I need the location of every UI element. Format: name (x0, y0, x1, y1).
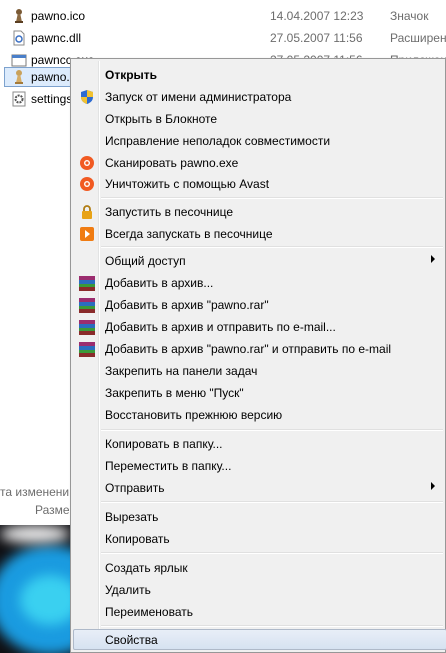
file-name: settings (31, 92, 73, 106)
file-type: Значок (390, 9, 429, 23)
menu-item-copy-to[interactable]: Копировать в папку... (73, 433, 443, 454)
submenu-arrow-icon (431, 255, 435, 263)
menu-item-restore-previous[interactable]: Восстановить прежнюю версию (73, 404, 443, 425)
avast-icon (80, 156, 94, 170)
menu-item-add-rar[interactable]: Добавить в архив "pawno.rar" (73, 294, 443, 315)
menu-item-share[interactable]: Общий доступ (73, 250, 443, 271)
menu-item-avast-destroy[interactable]: Уничтожить с помощью Avast (73, 173, 443, 194)
menu-separator (101, 429, 443, 431)
menu-item-add-rar-email[interactable]: Добавить в архив "pawno.rar" и отправить… (73, 338, 443, 359)
menu-item-create-shortcut[interactable]: Создать ярлык (73, 557, 443, 578)
uac-shield-icon (81, 90, 93, 104)
details-date-label: та изменени (0, 485, 70, 499)
details-size-label: Разме (35, 503, 70, 517)
context-menu: Открыть Запуск от имени администратора О… (70, 58, 446, 653)
lock-icon (82, 205, 92, 219)
file-name: pawnc.dll (31, 31, 82, 45)
file-name: pawno.ico (31, 9, 86, 23)
file-date: 14.04.2007 12:23 (270, 9, 364, 23)
menu-item-open[interactable]: Открыть (73, 64, 443, 85)
menu-item-send-to[interactable]: Отправить (73, 477, 443, 498)
winrar-icon (79, 319, 95, 335)
file-date: 27.05.2007 11:56 (270, 31, 363, 45)
menu-item-pin-taskbar[interactable]: Закрепить на панели задач (73, 360, 443, 381)
menu-item-run-as-admin[interactable]: Запуск от имени администратора (73, 86, 443, 107)
details-pane: та изменени Разме (0, 478, 70, 525)
menu-item-troubleshoot[interactable]: Исправление неполадок совместимости (73, 130, 443, 151)
menu-item-rename[interactable]: Переименовать (73, 601, 443, 622)
avast-icon (80, 177, 94, 191)
menu-item-move-to[interactable]: Переместить в папку... (73, 455, 443, 476)
menu-item-cut[interactable]: Вырезать (73, 506, 443, 527)
menu-item-sandbox-always[interactable]: Всегда запускать в песочнице (73, 223, 443, 244)
dll-file-icon (13, 30, 25, 46)
menu-item-delete[interactable]: Удалить (73, 579, 443, 600)
menu-separator (101, 552, 443, 554)
file-type: Расширен (390, 31, 446, 45)
menu-item-add-archive[interactable]: Добавить в архив... (73, 272, 443, 293)
menu-item-avast-scan[interactable]: Сканировать pawno.exe (73, 152, 443, 173)
winrar-icon (79, 341, 95, 357)
winrar-icon (79, 275, 95, 291)
file-row[interactable]: pawnc.dll 27.05.2007 11:56 Расширен (0, 27, 446, 49)
menu-item-add-archive-email[interactable]: Добавить в архив и отправить по e-mail..… (73, 316, 443, 337)
winrar-icon (79, 297, 95, 313)
file-row[interactable]: pawno.ico 14.04.2007 12:23 Значок (0, 5, 446, 27)
submenu-arrow-icon (431, 482, 435, 490)
menu-item-properties[interactable]: Свойства (73, 629, 446, 650)
pawn-icon (15, 9, 23, 23)
menu-separator (101, 197, 443, 199)
menu-item-pin-start[interactable]: Закрепить в меню "Пуск" (73, 382, 443, 403)
sandbox-arrow-icon (80, 227, 94, 241)
menu-item-open-notepad[interactable]: Открыть в Блокноте (73, 108, 443, 129)
menu-separator (101, 246, 443, 248)
file-name: pawno. (31, 70, 70, 84)
menu-separator (101, 501, 443, 503)
pawn-icon (15, 70, 23, 84)
settings-file-icon (12, 91, 26, 107)
menu-separator (101, 625, 443, 627)
menu-item-sandbox-run[interactable]: Запустить в песочнице (73, 201, 443, 222)
menu-item-copy[interactable]: Копировать (73, 528, 443, 549)
